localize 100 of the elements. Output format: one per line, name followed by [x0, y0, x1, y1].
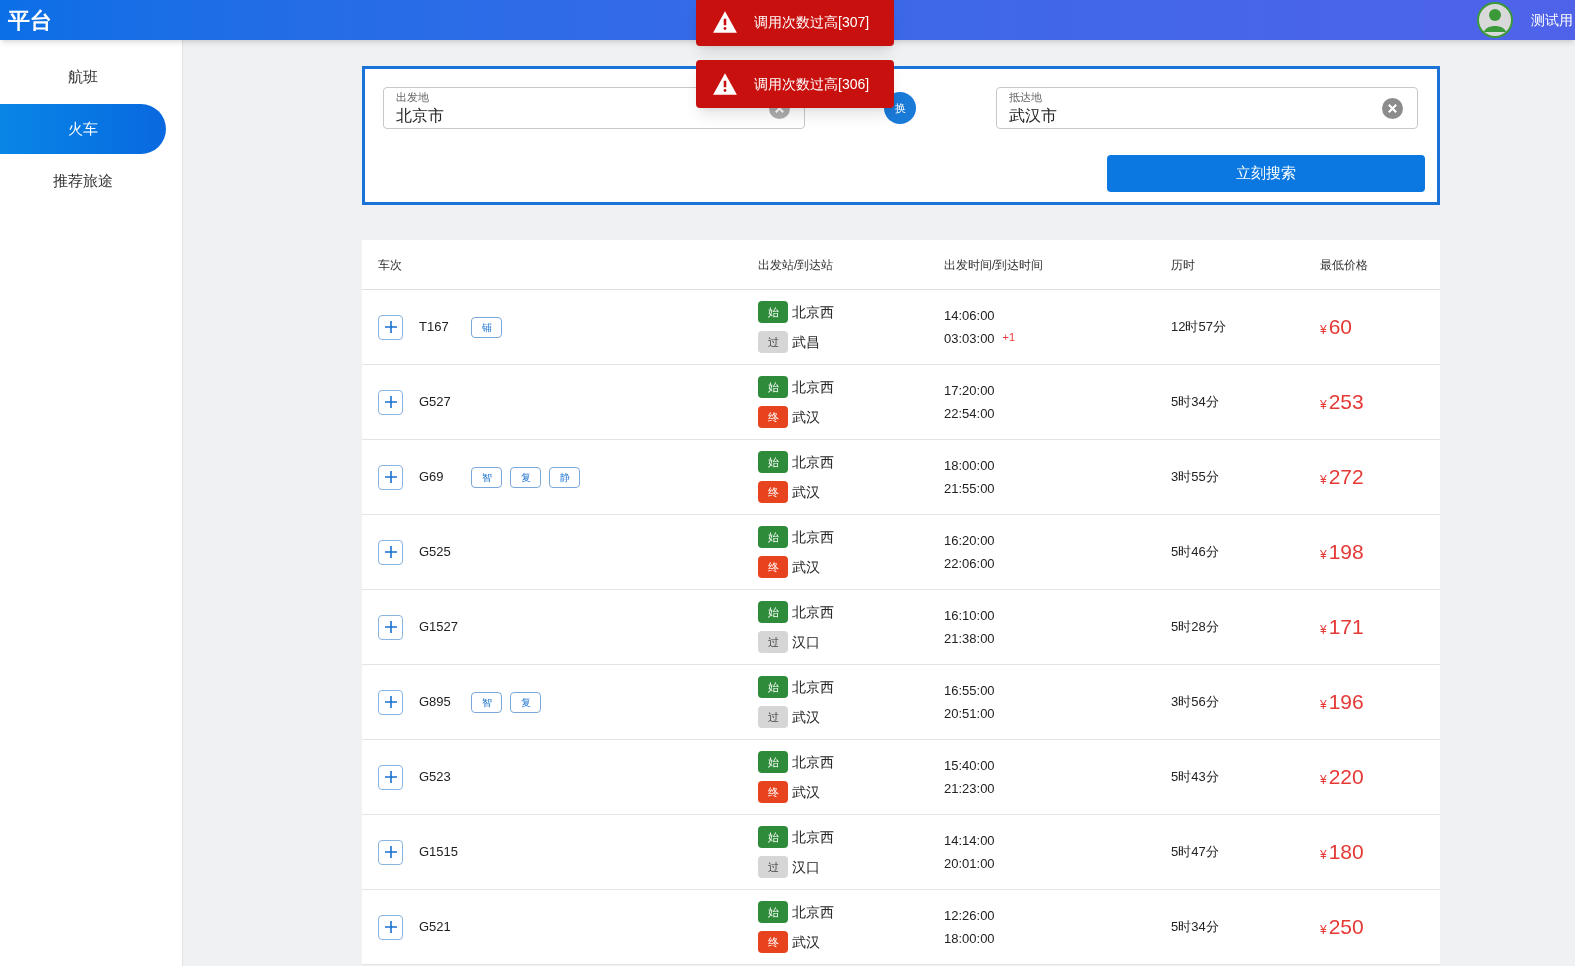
- station-name: 汉口: [792, 632, 820, 652]
- train-number: G527: [419, 393, 452, 412]
- expand-button[interactable]: [378, 764, 403, 790]
- city-input[interactable]: 北京市: [396, 106, 596, 126]
- station-badge: 终: [758, 481, 788, 503]
- duration: 3时56分: [1171, 693, 1220, 712]
- duration: 5时28分: [1171, 618, 1220, 637]
- station-name: 武汉: [792, 482, 820, 502]
- city-input[interactable]: 武汉市: [1009, 106, 1209, 126]
- clear-icon[interactable]: [1382, 98, 1403, 119]
- expand-button[interactable]: [378, 914, 403, 940]
- depart-time: 16:10:00: [944, 606, 996, 625]
- seat-tag: 智: [471, 691, 502, 713]
- train-number: G1515: [419, 843, 460, 862]
- field-label: 抵达地: [1009, 91, 1043, 104]
- station-name: 北京西: [792, 752, 834, 772]
- train-number: G525: [419, 543, 452, 562]
- expand-button[interactable]: [378, 839, 403, 865]
- column-header: 最低价格: [1320, 256, 1369, 274]
- column-header: 出发站/到达站: [758, 256, 835, 274]
- train-number: G523: [419, 768, 452, 787]
- currency-sign: ¥: [1320, 397, 1327, 415]
- depart-time: 16:55:00: [944, 681, 996, 700]
- station-name: 北京西: [792, 902, 834, 922]
- plus-icon: [384, 471, 397, 483]
- plus-icon: [384, 921, 397, 933]
- expand-button[interactable]: [378, 614, 403, 640]
- currency-sign: ¥: [1320, 697, 1327, 715]
- station-badge: 终: [758, 556, 788, 578]
- user-name[interactable]: 测试用: [1531, 9, 1573, 31]
- station-name: 北京西: [792, 527, 834, 547]
- seat-tag: 智: [471, 466, 502, 488]
- station-name: 北京西: [792, 377, 834, 397]
- price: 220: [1328, 764, 1364, 791]
- station-name: 北京西: [792, 602, 834, 622]
- warning-icon: [712, 10, 738, 34]
- station-badge: 过: [758, 331, 788, 353]
- warning-icon: [712, 72, 738, 96]
- seat-tag: 复: [510, 691, 541, 713]
- station-name: 武汉: [792, 557, 820, 577]
- expand-button[interactable]: [378, 314, 403, 340]
- currency-sign: ¥: [1320, 922, 1327, 940]
- currency-sign: ¥: [1320, 847, 1327, 865]
- price: 180: [1328, 839, 1364, 866]
- train-number: T167: [419, 318, 450, 337]
- currency-sign: ¥: [1320, 322, 1327, 340]
- field-label: 出发地: [396, 91, 430, 104]
- station-name: 武汉: [792, 707, 820, 727]
- depart-time: 17:20:00: [944, 381, 996, 400]
- station-badge: 始: [758, 826, 788, 848]
- currency-sign: ¥: [1320, 622, 1327, 640]
- price: 198: [1328, 539, 1364, 566]
- station-name: 武汉: [792, 407, 820, 427]
- plus-icon: [384, 321, 397, 333]
- depart-time: 14:06:00: [944, 306, 996, 325]
- seat-tag: 静: [549, 466, 580, 488]
- station-badge: 终: [758, 931, 788, 953]
- station-name: 汉口: [792, 857, 820, 877]
- currency-sign: ¥: [1320, 772, 1327, 790]
- station-name: 北京西: [792, 677, 834, 697]
- station-name: 武汉: [792, 932, 820, 952]
- arrive-time: 22:54:00: [944, 405, 995, 423]
- train-number: G895: [419, 693, 452, 712]
- sidebar-item[interactable]: 火车: [0, 104, 166, 154]
- expand-button[interactable]: [378, 689, 403, 715]
- train-number: G521: [419, 918, 452, 937]
- plus-icon: [384, 396, 397, 408]
- search-button[interactable]: 立刻搜索: [1107, 155, 1425, 192]
- duration: 3时55分: [1171, 468, 1220, 487]
- station-name: 北京西: [792, 302, 834, 322]
- expand-button[interactable]: [378, 389, 403, 415]
- plus-icon: [384, 696, 397, 708]
- plus-icon: [384, 621, 397, 633]
- station-name: 北京西: [792, 452, 834, 472]
- depart-time: 14:14:00: [944, 831, 996, 850]
- duration: 5时46分: [1171, 543, 1220, 562]
- avatar-icon[interactable]: [1477, 2, 1513, 38]
- price: 196: [1328, 689, 1364, 716]
- duration: 5时43分: [1171, 768, 1220, 787]
- station-badge: 终: [758, 406, 788, 428]
- station-badge: 过: [758, 856, 788, 878]
- station-name: 武汉: [792, 782, 820, 802]
- station-name: 武昌: [792, 332, 820, 352]
- price: 253: [1328, 389, 1364, 416]
- price: 171: [1328, 614, 1364, 641]
- expand-button[interactable]: [378, 539, 403, 565]
- expand-button[interactable]: [378, 464, 403, 490]
- plus-icon: [384, 771, 397, 783]
- station-name: 北京西: [792, 827, 834, 847]
- station-badge: 始: [758, 601, 788, 623]
- plus-icon: [384, 846, 397, 858]
- column-header: 历时: [1171, 256, 1196, 274]
- seat-tag: 复: [510, 466, 541, 488]
- station-badge: 始: [758, 301, 788, 323]
- column-header: 出发时间/到达时间: [944, 256, 1045, 274]
- city-field[interactable]: 抵达地 武汉市: [996, 87, 1418, 129]
- duration: 5时47分: [1171, 843, 1220, 862]
- station-badge: 始: [758, 901, 788, 923]
- duration: 5时34分: [1171, 393, 1220, 412]
- arrive-time: 18:00:00: [944, 930, 995, 948]
